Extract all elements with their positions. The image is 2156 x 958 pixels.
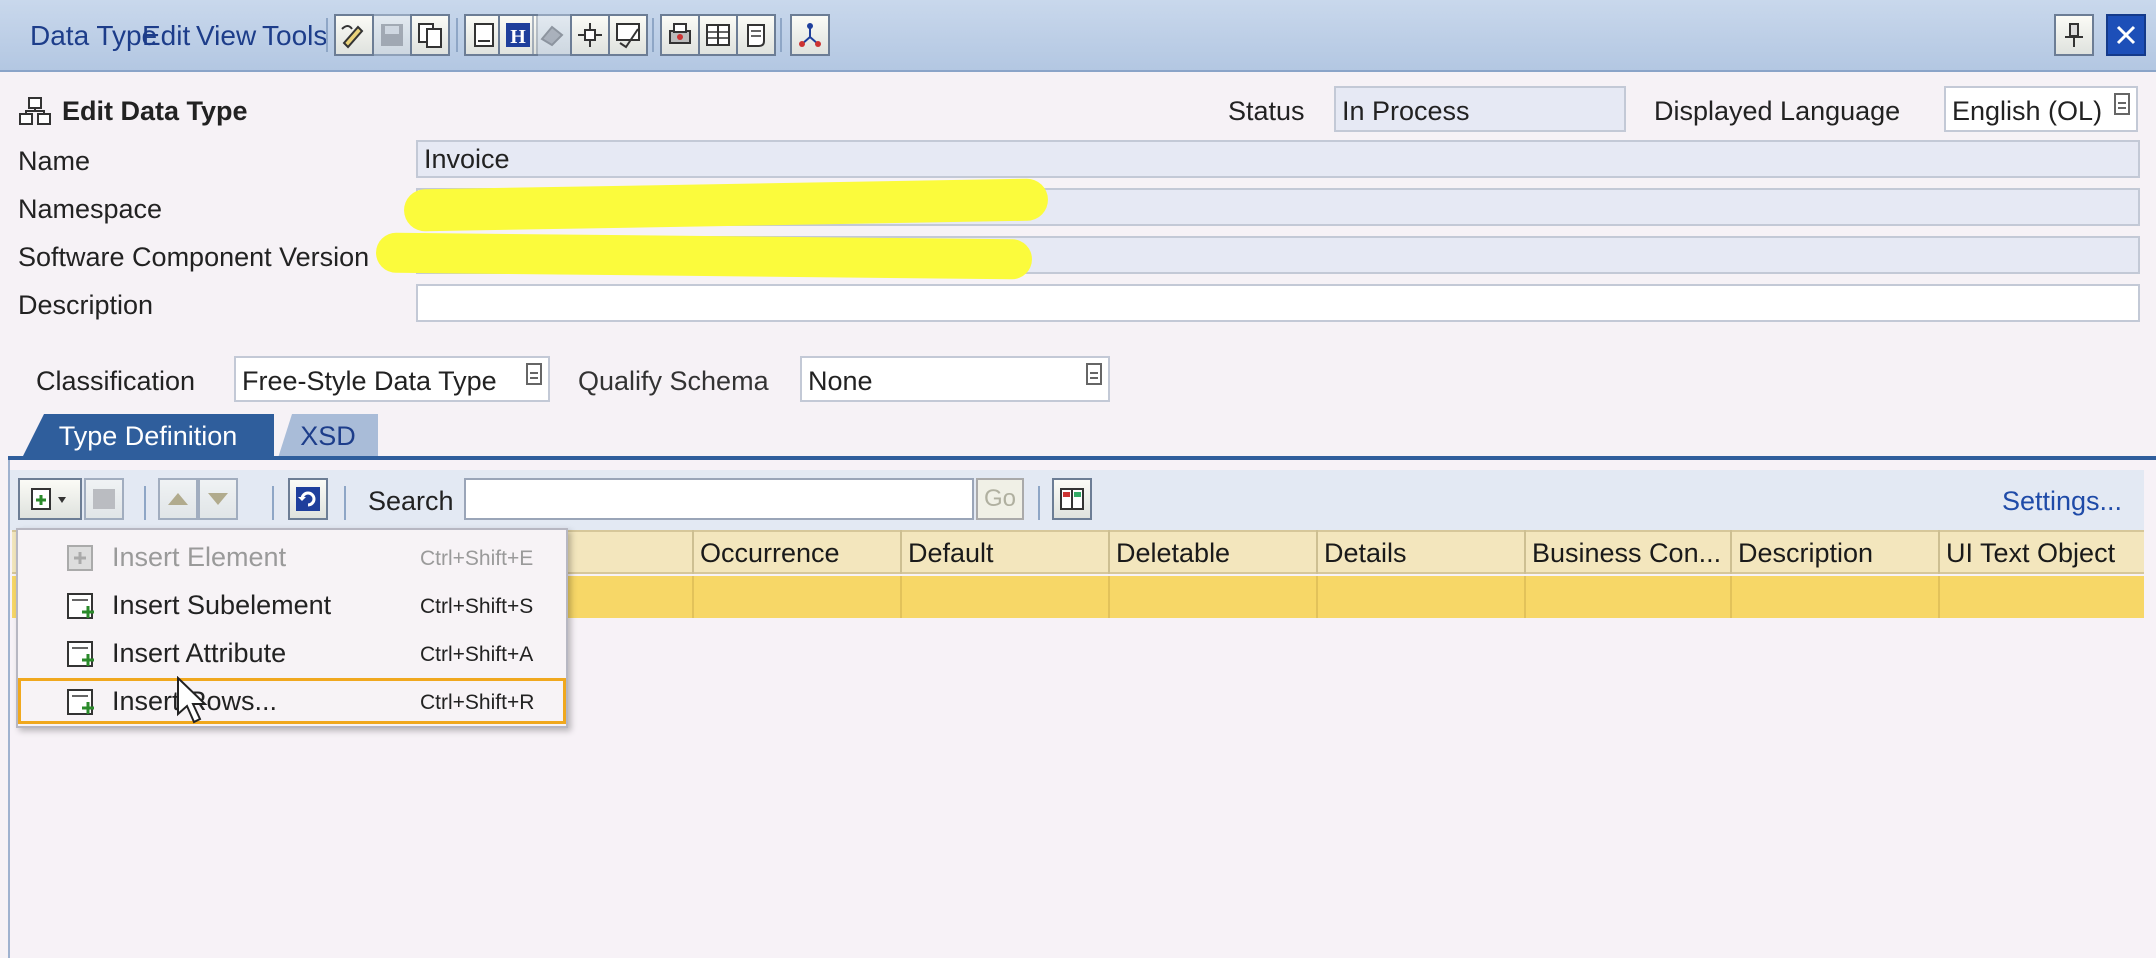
menu-toolbar-bar: Data Type Edit View Tools H (0, 0, 2156, 72)
tab-xsd[interactable]: XSD (278, 414, 378, 458)
menu-tools[interactable]: Tools (262, 20, 327, 52)
name-label: Name (18, 146, 91, 176)
toolbar-separator (344, 486, 346, 520)
namespace-label: Namespace (18, 194, 163, 224)
table-icon[interactable] (698, 14, 738, 56)
network-icon[interactable] (790, 14, 830, 56)
toolbar-separator (272, 486, 274, 520)
menu-view[interactable]: View (196, 20, 256, 52)
cell-divider (692, 576, 694, 618)
menu-item-shortcut: Ctrl+Shift+A (420, 643, 534, 666)
qualify-schema-value: None (808, 366, 873, 396)
svg-text:H: H (510, 26, 526, 48)
classification-value: Free-Style Data Type (242, 366, 497, 396)
menu-item-insert-subelement[interactable]: Insert Subelement Ctrl+Shift+S (18, 582, 566, 628)
print-icon[interactable] (660, 14, 700, 56)
copy-icon[interactable] (410, 14, 450, 56)
eraser-icon[interactable] (532, 14, 572, 56)
dropdown-icon (526, 363, 542, 385)
move-up-icon[interactable] (158, 478, 198, 520)
insert-subelement-icon (67, 593, 94, 619)
menu-item-shortcut: Ctrl+Shift+R (420, 691, 535, 714)
toolbar-separator (780, 18, 782, 52)
tab-type-definition[interactable]: Type Definition (22, 414, 274, 458)
mouse-cursor-icon (177, 676, 208, 724)
move-down-icon[interactable] (198, 478, 238, 520)
classification-label: Classification (36, 366, 196, 396)
layout-icon[interactable] (1052, 478, 1092, 520)
menu-data-type[interactable]: Data Type (30, 20, 157, 52)
menu-item-label: Insert Subelement (112, 590, 332, 620)
menu-item-shortcut: Ctrl+Shift+S (420, 595, 534, 618)
menu-item-shortcut: Ctrl+Shift+E (420, 547, 534, 570)
column-header-details[interactable]: Details (1316, 530, 1524, 574)
insert-menu-button[interactable] (18, 478, 82, 520)
pin-icon[interactable] (2054, 14, 2094, 56)
status-label: Status (1228, 96, 1305, 126)
menu-item-label: Insert Element (112, 542, 287, 572)
cell-divider (1730, 576, 1732, 618)
language-dropdown[interactable]: English (OL) (1944, 86, 2138, 132)
toolbar-separator (456, 18, 458, 52)
name-field[interactable]: Invoice (416, 140, 2140, 178)
qualify-schema-label: Qualify Schema (578, 366, 769, 396)
column-header-deletable[interactable]: Deletable (1108, 530, 1316, 574)
cell-divider (1524, 576, 1526, 618)
close-icon[interactable] (2106, 14, 2146, 56)
insert-attribute-icon (67, 641, 94, 667)
data-type-icon (18, 96, 52, 126)
menu-item-insert-attribute[interactable]: Insert Attribute Ctrl+Shift+A (18, 630, 566, 676)
cell-divider (1108, 576, 1110, 618)
move-icon[interactable] (570, 14, 610, 56)
cell-divider (1938, 576, 1940, 618)
menu-item-label: Insert Attribute (112, 638, 287, 668)
language-label: Displayed Language (1654, 96, 1901, 126)
description-label: Description (18, 290, 154, 320)
refresh-icon[interactable] (288, 478, 328, 520)
redaction-mark (375, 232, 1033, 280)
swcv-label: Software Component Version (18, 242, 370, 272)
column-header-description[interactable]: Description (1730, 530, 1938, 574)
qualify-schema-dropdown[interactable]: None (800, 356, 1110, 402)
page-title: Edit Data Type (62, 96, 248, 126)
language-value: English (OL) (1952, 96, 2103, 126)
scroll-icon[interactable] (736, 14, 776, 56)
menu-item-insert-element[interactable]: Insert Element Ctrl+Shift+E (18, 534, 566, 580)
pen-icon[interactable] (334, 14, 374, 56)
toolbar-separator (1038, 486, 1040, 520)
status-field: In Process (1334, 86, 1626, 132)
column-header-occurrence[interactable]: Occurrence (692, 530, 900, 574)
menu-item-insert-rows[interactable]: Insert Rows... Ctrl+Shift+R (18, 678, 566, 724)
column-header-business-context[interactable]: Business Con... (1524, 530, 1730, 574)
description-field[interactable] (416, 284, 2140, 322)
go-button[interactable]: Go (976, 478, 1024, 520)
classification-dropdown[interactable]: Free-Style Data Type (234, 356, 550, 402)
search-label: Search (368, 486, 454, 516)
save-icon[interactable] (372, 14, 412, 56)
dropdown-icon (1086, 363, 1102, 385)
delete-row-icon[interactable] (84, 478, 124, 520)
cell-divider (900, 576, 902, 618)
search-input[interactable] (464, 478, 974, 520)
insert-rows-icon (67, 689, 94, 715)
insert-context-menu: Insert Element Ctrl+Shift+E Insert Subel… (16, 528, 568, 728)
column-header-default[interactable]: Default (900, 530, 1108, 574)
menu-edit[interactable]: Edit (142, 20, 190, 52)
dropdown-icon (2114, 93, 2130, 115)
toolbar-separator (652, 18, 654, 52)
check-icon[interactable] (608, 14, 648, 56)
settings-link[interactable]: Settings... (2002, 486, 2122, 517)
insert-element-icon (67, 545, 93, 571)
toolbar-separator (326, 18, 328, 52)
column-header-ui-text-object[interactable]: UI Text Object (1938, 530, 2144, 574)
cell-divider (1316, 576, 1318, 618)
toolbar-separator (144, 486, 146, 520)
